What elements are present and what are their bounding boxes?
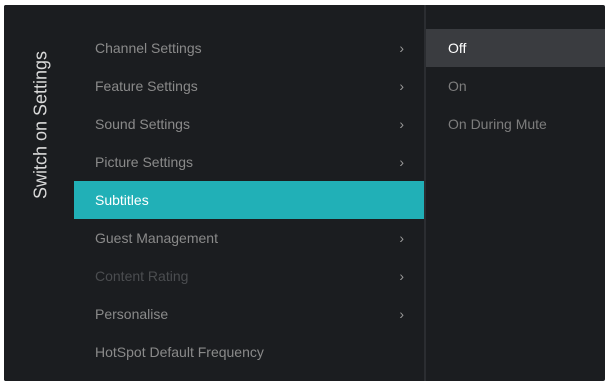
menu-item-label: Sound Settings	[95, 116, 190, 132]
menu-item-label: Picture Settings	[95, 154, 194, 170]
option-on[interactable]: On	[426, 67, 605, 105]
menu-item-picture-settings[interactable]: Picture Settings ›	[74, 143, 424, 181]
menu-item-content-rating: Content Rating ›	[74, 257, 424, 295]
panel-title: Switch on Settings	[30, 50, 51, 200]
menu-item-label: HotSpot Default Frequency	[95, 344, 264, 360]
menu-item-label: Content Rating	[95, 268, 189, 284]
menu-item-feature-settings[interactable]: Feature Settings ›	[74, 67, 424, 105]
chevron-right-icon: ›	[399, 306, 404, 322]
chevron-right-icon: ›	[399, 78, 404, 94]
option-on-during-mute[interactable]: On During Mute	[426, 105, 605, 143]
chevron-right-icon: ›	[399, 154, 404, 170]
menu-item-subtitles[interactable]: Subtitles	[74, 181, 424, 219]
menu-item-channel-settings[interactable]: Channel Settings ›	[74, 29, 424, 67]
menu-item-personalise[interactable]: Personalise ›	[74, 295, 424, 333]
chevron-right-icon: ›	[399, 268, 404, 284]
settings-menu: Channel Settings › Feature Settings › So…	[74, 29, 424, 371]
settings-screen: Switch on Settings Channel Settings › Fe…	[4, 5, 605, 381]
menu-item-label: Channel Settings	[95, 40, 202, 56]
title-column: Switch on Settings	[4, 5, 74, 381]
chevron-right-icon: ›	[399, 230, 404, 246]
chevron-right-icon: ›	[399, 116, 404, 132]
menu-item-sound-settings[interactable]: Sound Settings ›	[74, 105, 424, 143]
menu-item-label: Personalise	[95, 306, 169, 322]
chevron-right-icon: ›	[399, 40, 404, 56]
menu-item-hotspot-default-frequency[interactable]: HotSpot Default Frequency	[74, 333, 424, 371]
menu-item-label: Feature Settings	[95, 78, 198, 94]
subtitle-options: Off On On During Mute	[426, 29, 605, 143]
menu-item-label: Guest Management	[95, 230, 218, 246]
menu-item-label: Subtitles	[95, 192, 149, 208]
option-off[interactable]: Off	[426, 29, 605, 67]
menu-item-guest-management[interactable]: Guest Management ›	[74, 219, 424, 257]
